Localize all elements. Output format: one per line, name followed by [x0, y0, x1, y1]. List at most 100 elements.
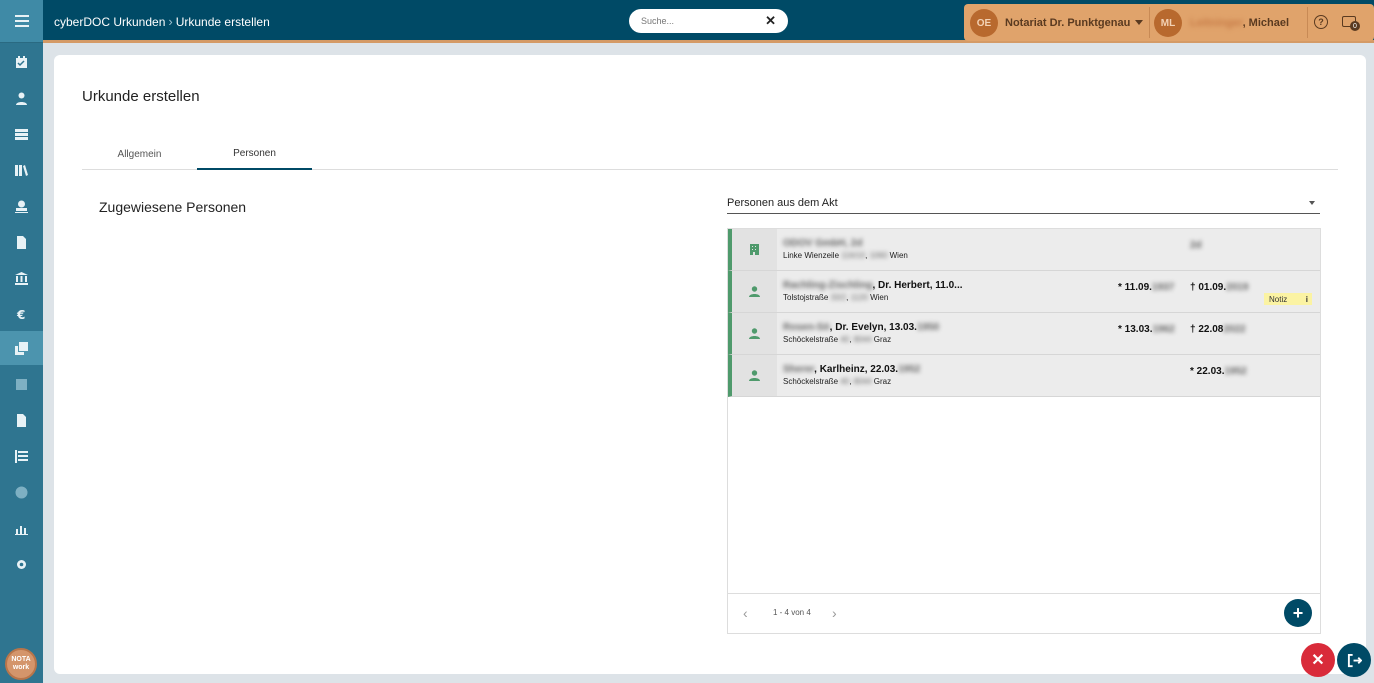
- breadcrumb-app-link[interactable]: cyberDOC Urkunden: [54, 15, 165, 29]
- name-visible: , Dr. Evelyn, 13.03.: [829, 322, 917, 333]
- name-visible: , Karlheinz, 22.03.: [814, 364, 899, 375]
- sidebar-item-calendar[interactable]: [0, 45, 43, 79]
- plus-icon: +: [1292, 602, 1304, 623]
- chart-icon: [15, 525, 28, 535]
- user-panel: OE Notariat Dr. Punktgenau ML Leitninger…: [964, 4, 1374, 41]
- user-firstname: , Michael: [1242, 17, 1290, 29]
- date-redacted: 1937: [1151, 282, 1175, 293]
- logo-line2: work: [12, 664, 30, 671]
- sidebar-item-bank[interactable]: [0, 261, 43, 295]
- row-icon-cell: [732, 355, 777, 396]
- sidebar-item-persons[interactable]: [0, 81, 43, 115]
- list-item[interactable]: Rosen-Sö, Dr. Evelyn, 13.03.1950 Schöcke…: [728, 313, 1320, 355]
- user-lastname: Leitninger: [1190, 17, 1243, 29]
- list-item[interactable]: Rachling-Zischling, Dr. Herbert, 11.0...…: [728, 271, 1320, 313]
- list-item[interactable]: Sherer, Karlheinz, 22.03.1952 Schöckelst…: [728, 355, 1320, 397]
- sidebar: € NOTA work: [0, 0, 43, 683]
- name-redacted: 1950: [916, 322, 940, 333]
- date-of-birth: * 11.09.1937: [1118, 282, 1174, 293]
- help-icon[interactable]: ?: [1314, 15, 1328, 29]
- chevron-right-icon[interactable]: ›: [832, 605, 837, 621]
- euro-icon: €: [16, 308, 25, 321]
- close-icon[interactable]: ✕: [765, 13, 776, 29]
- tab-personen[interactable]: Personen: [197, 139, 312, 170]
- sidebar-item-table[interactable]: [0, 117, 43, 151]
- square-icon: [16, 378, 27, 390]
- note-badge[interactable]: Notiz i: [1264, 293, 1312, 305]
- sidebar-item-documents[interactable]: [0, 225, 43, 259]
- exit-button[interactable]: [1337, 643, 1371, 677]
- office-avatar[interactable]: OE: [970, 9, 998, 37]
- person-address: Tolstojstraße 33/2, 1120 Wien: [783, 293, 889, 302]
- sidebar-item-library[interactable]: [0, 153, 43, 187]
- persons-list: ODOV GmbH, 2d Linke Wienzeile 116/10, 10…: [727, 228, 1321, 634]
- library-icon: [15, 164, 28, 176]
- zip-redacted: 1060: [869, 251, 888, 260]
- list-item[interactable]: ODOV GmbH, 2d Linke Wienzeile 116/10, 10…: [728, 229, 1320, 271]
- search-box: ✕: [629, 9, 788, 33]
- close-icon: ✕: [1311, 652, 1325, 669]
- sidebar-item-blank[interactable]: [0, 367, 43, 401]
- assigned-persons-heading: Zugewiesene Personen: [99, 199, 247, 215]
- divider: [1149, 7, 1150, 38]
- person-address: Schöckelstraße 40, 8044 Graz: [783, 335, 892, 344]
- bank-icon: [15, 271, 28, 285]
- address-street: Linke Wienzeile: [783, 251, 840, 260]
- date-redacted: 1962: [1152, 324, 1175, 335]
- name-redacted: Rachling-Zischling: [783, 280, 873, 291]
- date-of-birth: * 22.03.1952: [1190, 366, 1247, 377]
- date-redacted: 2019: [1226, 282, 1249, 293]
- person-name: Rosen-Sö, Dr. Evelyn, 13.03.1950: [783, 322, 939, 333]
- tab-allgemein[interactable]: Allgemein: [82, 139, 197, 170]
- date-of-death: 2d: [1190, 240, 1202, 251]
- breadcrumb: cyberDOC Urkunden › Urkunde erstellen: [54, 14, 270, 29]
- name-redacted: 1952: [898, 364, 921, 375]
- row-icon-cell: [732, 271, 777, 312]
- top-bar: cyberDOC Urkunden › Urkunde erstellen ✕ …: [43, 0, 1374, 43]
- notawork-logo: NOTA work: [5, 648, 37, 680]
- sidebar-item-finance[interactable]: €: [0, 297, 43, 331]
- mail-icon[interactable]: 0: [1342, 16, 1360, 31]
- date-of-death: † 01.09.2019: [1190, 282, 1248, 293]
- add-person-button[interactable]: +: [1284, 599, 1312, 627]
- sidebar-item-stamp[interactable]: [0, 189, 43, 223]
- address-city: Graz: [873, 335, 892, 344]
- info-icon: [15, 486, 28, 498]
- zip-redacted: 8044: [853, 335, 872, 344]
- sidebar-item-statistics[interactable]: [0, 511, 43, 545]
- chevron-down-icon[interactable]: [1135, 20, 1143, 25]
- date-visible: † 01.09.: [1190, 282, 1227, 293]
- person-icon: [749, 286, 760, 297]
- cancel-button[interactable]: ✕: [1301, 643, 1335, 677]
- pagination: ‹ 1 - 4 von 4 › +: [728, 593, 1320, 633]
- pagination-range: 1 - 4 von 4: [773, 608, 811, 617]
- divider: [1307, 7, 1308, 38]
- date-visible: * 11.09.: [1118, 282, 1152, 293]
- sidebar-item-settings[interactable]: [0, 547, 43, 581]
- calendar-check-icon: [16, 55, 27, 68]
- menu-icon: [14, 15, 29, 27]
- persons-source-select[interactable]: Personen aus dem Akt: [727, 193, 1320, 214]
- person-address: Linke Wienzeile 116/10, 1060 Wien: [783, 251, 908, 260]
- sidebar-item-lists[interactable]: [0, 439, 43, 473]
- row-icon-cell: [732, 229, 777, 270]
- sidebar-item-files[interactable]: [0, 403, 43, 437]
- person-name: Rachling-Zischling, Dr. Herbert, 11.0...: [783, 280, 963, 291]
- chevron-left-icon[interactable]: ‹: [743, 605, 748, 621]
- office-selector[interactable]: Notariat Dr. Punktgenau: [1005, 17, 1130, 29]
- search-input[interactable]: [641, 16, 751, 26]
- breadcrumb-current: Urkunde erstellen: [175, 14, 270, 29]
- note-label: Notiz: [1269, 294, 1288, 304]
- row-icon-cell: [732, 313, 777, 354]
- sidebar-item-info[interactable]: [0, 475, 43, 509]
- person-name: Sherer, Karlheinz, 22.03.1952: [783, 364, 920, 375]
- list-icon: [15, 449, 28, 463]
- date-of-birth: * 13.03.1962: [1118, 324, 1175, 335]
- logo-line1: NOTA: [11, 656, 31, 663]
- menu-toggle-button[interactable]: [0, 0, 43, 43]
- zip-redacted: 1120: [850, 293, 868, 302]
- sidebar-item-deeds[interactable]: [0, 331, 43, 365]
- user-avatar[interactable]: ML: [1154, 9, 1182, 37]
- page-title: Urkunde erstellen: [82, 88, 200, 105]
- user-name[interactable]: Leitninger, Michael: [1190, 17, 1289, 29]
